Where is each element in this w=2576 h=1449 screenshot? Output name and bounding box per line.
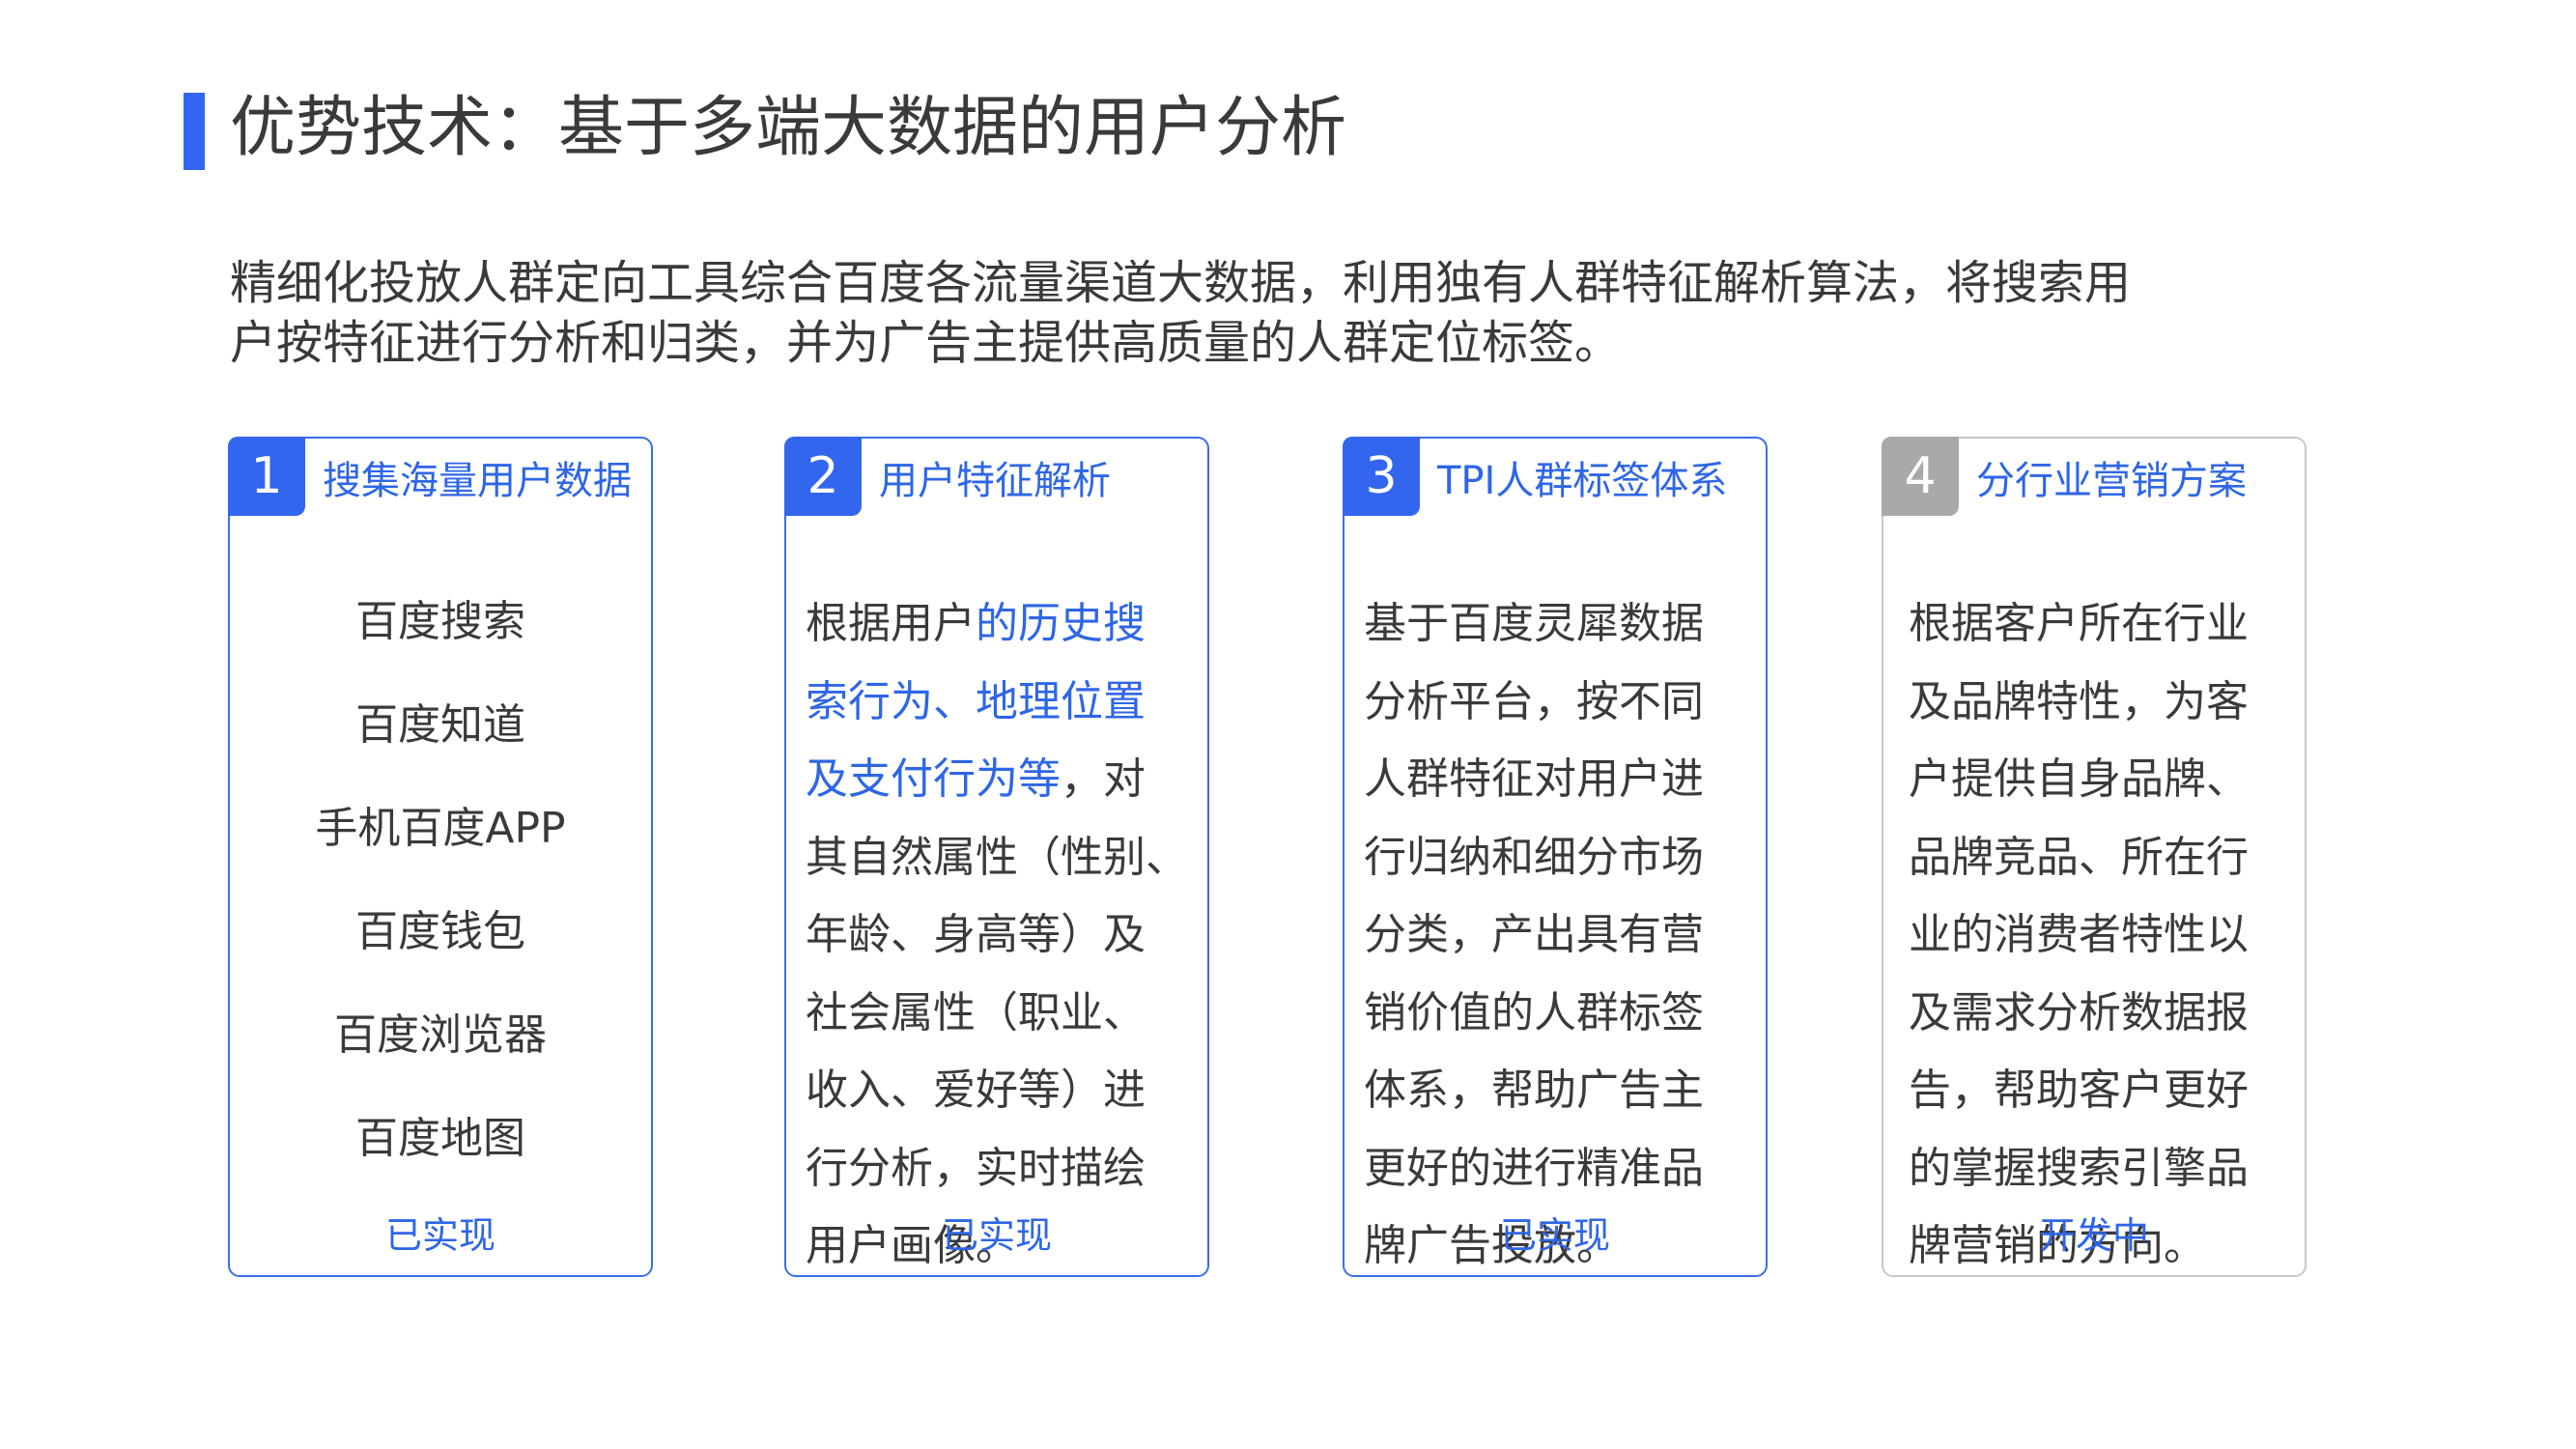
body-line: 品牌竞品、所在行 [1909, 832, 2249, 882]
body-line: 户提供自身品牌、 [1909, 754, 2249, 804]
card-body-text: 根据客户所在行业 及品牌特性，为客 户提供自身品牌、 品牌竞品、所在行 业的消费… [1909, 585, 2295, 1286]
body-line: 的掌握搜索引擎品 [1909, 1143, 2249, 1193]
list-item: 百度搜索 [355, 597, 525, 646]
intro-paragraph: 精细化投放人群定向工具综合百度各流量渠道大数据，利用独有人群特征解析算法，将搜索… [230, 253, 2335, 373]
card-heading: 用户特征解析 [879, 459, 1111, 503]
page-title: 优势技术：基于多端大数据的用户分析 [230, 90, 1347, 166]
card-heading: TPI人群标签体系 [1437, 459, 1728, 503]
body-line: 分类，产出具有营 [1364, 910, 1704, 959]
body-line: 行分析，实时描绘 [806, 1143, 1146, 1193]
body-line: 及需求分析数据报 [1909, 987, 2249, 1037]
list-item: 百度浏览器 [334, 1010, 547, 1060]
body-line: 及品牌特性，为客 [1909, 676, 2249, 726]
title-accent-bar [184, 93, 205, 170]
intro-line-1: 精细化投放人群定向工具综合百度各流量渠道大数据，利用独有人群特征解析算法，将搜索… [230, 256, 2132, 310]
body-line: 根据客户所在行业 [1909, 599, 2249, 648]
body-line: 收入、爱好等）进 [806, 1065, 1146, 1115]
list-item: 百度钱包 [355, 907, 525, 956]
body-text-segment: 根据用户 [806, 599, 976, 648]
body-line: 销价值的人群标签 [1364, 987, 1704, 1037]
list-item: 百度地图 [355, 1114, 525, 1163]
card-number-badge: 1 [228, 437, 305, 516]
card-feature-analysis: 2 用户特征解析 根据用户的历史搜 索行为、地理位置 及支付行为等，对 其自然属… [784, 437, 1209, 1277]
status-label: 开发中 [2038, 1214, 2149, 1257]
body-line: 根据用户的历史搜 [806, 585, 1198, 664]
body-line: 行归纳和细分市场 [1364, 832, 1704, 882]
body-line: 更好的进行精准品 [1364, 1143, 1704, 1193]
status-label: 已实现 [1499, 1214, 1610, 1257]
card-number-badge: 3 [1343, 437, 1420, 516]
intro-line-2: 户按特征进行分析和归类，并为广告主提供高质量的人群定位标签。 [230, 316, 1622, 370]
card-industry-plan: 4 分行业营销方案 根据客户所在行业 及品牌特性，为客 户提供自身品牌、 品牌竞… [1882, 437, 2307, 1277]
body-line: 年龄、身高等）及 [806, 910, 1146, 959]
card-collect-data: 1 搜集海量用户数据 百度搜索 百度知道 手机百度APP 百度钱包 百度浏览器 … [228, 437, 653, 1277]
card-body-text: 基于百度灵犀数据 分析平台，按不同 人群特征对用户进 行归纳和细分市场 分类，产… [1364, 585, 1756, 1286]
data-source-list: 百度搜索 百度知道 手机百度APP 百度钱包 百度浏览器 百度地图 [230, 595, 651, 1215]
body-line: 社会属性（职业、 [806, 987, 1146, 1037]
card-number-badge: 4 [1882, 437, 1959, 516]
body-text-segment: ，对 [1061, 754, 1146, 804]
list-item: 百度知道 [355, 700, 525, 750]
status-label: 已实现 [384, 1214, 495, 1257]
card-heading: 分行业营销方案 [1976, 459, 2247, 503]
body-line: 告，帮助客户更好 [1909, 1065, 2249, 1115]
body-line: 人群特征对用户进 [1364, 754, 1704, 804]
card-body-text: 根据用户的历史搜 索行为、地理位置 及支付行为等，对 其自然属性（性别、 年龄、… [806, 585, 1198, 1286]
highlighted-text: 及支付行为等 [806, 754, 1061, 804]
card-number-badge: 2 [784, 437, 862, 516]
status-label: 已实现 [941, 1214, 1052, 1257]
body-line: 分析平台，按不同 [1364, 676, 1704, 726]
list-item: 手机百度APP [315, 804, 566, 853]
body-line: 索行为、地理位置 [806, 676, 1146, 726]
card-tpi-tags: 3 TPI人群标签体系 基于百度灵犀数据 分析平台，按不同 人群特征对用户进 行… [1343, 437, 1768, 1277]
body-line: 其自然属性（性别、 [806, 832, 1188, 882]
body-line: 体系，帮助广告主 [1364, 1065, 1704, 1115]
card-heading: 搜集海量用户数据 [323, 459, 632, 503]
body-line: 基于百度灵犀数据 [1364, 599, 1704, 648]
highlighted-text: 的历史搜 [976, 599, 1146, 648]
body-line: 业的消费者特性以 [1909, 910, 2249, 959]
body-line: 及支付行为等，对 [806, 741, 1198, 819]
